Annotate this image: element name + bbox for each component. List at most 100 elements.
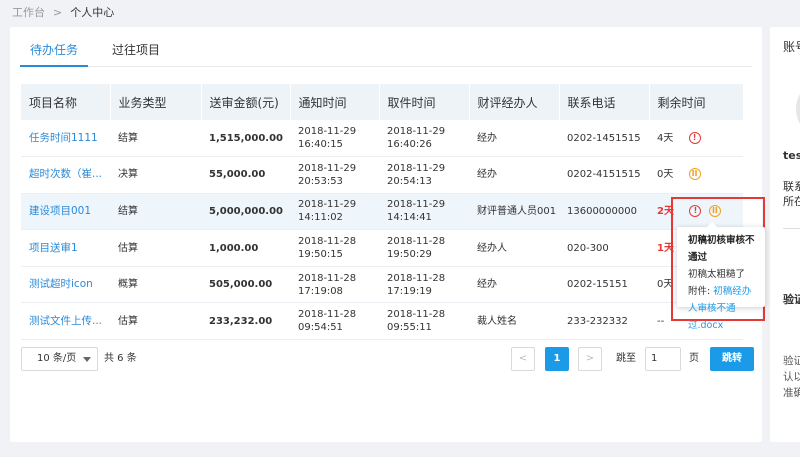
- phone-cell: 0202-15151: [559, 266, 649, 304]
- next-page-button[interactable]: >: [578, 347, 602, 371]
- amount-cell: 5,000,000.00: [201, 193, 290, 231]
- chevron-down-icon: [83, 357, 91, 362]
- business-type-cell: 决算: [110, 156, 201, 194]
- table-header-row: 项目名称 业务类型 送审金额(元) 通知时间 取件时间 财评经办人 联系电话 剩…: [21, 84, 744, 120]
- col-header-handler: 财评经办人: [469, 84, 560, 120]
- phone-cell: 13600000000: [559, 193, 649, 231]
- divider: [783, 228, 800, 229]
- handler-cell: 经办: [469, 266, 559, 304]
- col-header-notify-time: 通知时间: [290, 84, 380, 120]
- table-row: 项目送审1 估算 1,000.00 2018-11-28 19:50:15 20…: [21, 229, 743, 267]
- breadcrumb-separator: >: [53, 5, 63, 19]
- table-row: 建设项目001 结算 5,000,000.00 2018-11-29 14:11…: [21, 193, 743, 231]
- col-header-amount: 送审金额(元): [201, 84, 291, 120]
- pause-icon[interactable]: II: [688, 168, 701, 181]
- pickup-time-cell: 2018-11-29 20:54:13: [379, 156, 469, 194]
- project-name-link[interactable]: 建设项目001: [21, 193, 110, 231]
- tab-past-projects[interactable]: 过往项目: [102, 37, 170, 67]
- business-type-cell: 结算: [110, 193, 201, 231]
- total-count: 共 6 条: [104, 353, 137, 364]
- tasks-card: 待办任务 过往项目 项目名称 业务类型 送审金额(元) 通知时间 取件时间 财评…: [10, 27, 762, 442]
- attachment-label: 附件:: [688, 286, 714, 297]
- location-label: 所在: [783, 195, 800, 208]
- phone-cell: 0202-4151515: [559, 156, 649, 194]
- col-header-project-name: 项目名称: [21, 84, 111, 120]
- alert-icon[interactable]: !: [688, 131, 701, 144]
- notify-time-cell: 2018-11-28 19:50:15: [290, 229, 379, 267]
- tasks-table: 项目名称 业务类型 送审金额(元) 通知时间 取件时间 财评经办人 联系电话 剩…: [21, 84, 744, 341]
- table-row: 任务时间1111 结算 1,515,000.00 2018-11-29 16:4…: [21, 120, 743, 158]
- popover-arrow: [707, 222, 717, 227]
- project-name-link[interactable]: 测试超时icon: [21, 266, 110, 304]
- business-type-cell: 估算: [110, 302, 201, 341]
- business-type-cell: 估算: [110, 229, 201, 267]
- col-header-phone: 联系电话: [559, 84, 650, 120]
- page-size-value: 10 条/页: [37, 353, 77, 364]
- amount-cell: 1,515,000.00: [201, 120, 290, 158]
- table-row: 测试文件上传... 估算 233,232.00 2018-11-28 09:54…: [21, 302, 743, 341]
- verify-section-title: 验证: [783, 293, 800, 306]
- remaining-text: 4天: [657, 132, 674, 144]
- remaining-cell: 4天 !: [649, 120, 743, 158]
- popover-title: 初稿初核审核不通过: [688, 235, 755, 263]
- username: test: [783, 149, 800, 162]
- pickup-time-cell: 2018-11-29 14:14:41: [379, 193, 469, 231]
- phone-cell: 020-300: [559, 229, 649, 267]
- pickup-time-cell: 2018-11-28 19:50:29: [379, 229, 469, 267]
- notify-time-cell: 2018-11-28 09:54:51: [290, 302, 379, 341]
- project-name-link[interactable]: 超时次数（崔...: [21, 156, 110, 194]
- amount-cell: 233,232.00: [201, 302, 290, 341]
- breadcrumb-current: 个人中心: [70, 6, 115, 19]
- pagination: 10 条/页 共 6 条 < 1 > 跳至 1 页 跳转: [21, 347, 754, 371]
- pickup-time-cell: 2018-11-28 17:19:19: [379, 266, 469, 304]
- review-popover: 初稿初核审核不通过 初稿太粗糙了 附件: 初稿经办人审核不通过.docx: [677, 222, 765, 331]
- handler-cell: 经办: [469, 120, 559, 158]
- notify-time-cell: 2018-11-29 14:11:02: [290, 193, 379, 231]
- popover-attachment: 附件: 初稿经办人审核不通过.docx: [688, 283, 759, 334]
- pickup-time-cell: 2018-11-29 16:40:26: [379, 120, 469, 158]
- table-row: 超时次数（崔... 决算 55,000.00 2018-11-29 20:53:…: [21, 156, 743, 194]
- breadcrumb-root[interactable]: 工作台: [12, 4, 45, 20]
- business-type-cell: 概算: [110, 266, 201, 304]
- goto-page-input[interactable]: 1: [645, 347, 681, 371]
- popover-message: 初稿太粗糙了: [688, 269, 746, 280]
- goto-button[interactable]: 跳转: [710, 347, 754, 371]
- contact-label: 联系: [783, 180, 800, 193]
- project-name-link[interactable]: 测试文件上传...: [21, 302, 110, 341]
- amount-cell: 1,000.00: [201, 229, 290, 267]
- project-name-link[interactable]: 任务时间1111: [21, 120, 110, 158]
- avatar: [796, 79, 800, 139]
- col-header-remaining: 剩余时间: [649, 84, 744, 120]
- handler-cell: 经办人: [469, 229, 559, 267]
- page-unit-label: 页: [689, 353, 699, 364]
- table-row: 测试超时icon 概算 505,000.00 2018-11-28 17:19:…: [21, 266, 743, 304]
- account-card: 账号 test 联系 所在 验证 验证 认以 准确: [770, 27, 800, 442]
- breadcrumb: 工作台 > 个人中心: [12, 4, 114, 20]
- phone-cell: 233-232332: [559, 302, 649, 341]
- remaining-cell: 0天 II: [649, 156, 743, 194]
- handler-cell: 经办: [469, 156, 559, 194]
- notify-time-cell: 2018-11-29 20:53:53: [290, 156, 379, 194]
- verify-description: 验证 认以 准确: [783, 355, 800, 399]
- phone-cell: 0202-1451515: [559, 120, 649, 158]
- tab-pending-tasks[interactable]: 待办任务: [20, 37, 89, 67]
- col-header-pickup-time: 取件时间: [379, 84, 470, 120]
- goto-label: 跳至: [616, 353, 636, 364]
- notify-time-cell: 2018-11-28 17:19:08: [290, 266, 379, 304]
- project-name-link[interactable]: 项目送审1: [21, 229, 110, 267]
- notify-time-cell: 2018-11-29 16:40:15: [290, 120, 379, 158]
- account-title: 账号: [783, 40, 800, 54]
- account-panel: 账号 test 联系 所在 验证 验证 认以 准确: [770, 27, 800, 442]
- business-type-cell: 结算: [110, 120, 201, 158]
- amount-cell: 505,000.00: [201, 266, 290, 304]
- amount-cell: 55,000.00: [201, 156, 290, 194]
- pickup-time-cell: 2018-11-28 09:55:11: [379, 302, 469, 341]
- page-1-button[interactable]: 1: [545, 347, 569, 371]
- handler-cell: 裁人姓名: [469, 302, 559, 341]
- prev-page-button[interactable]: <: [511, 347, 535, 371]
- remaining-text: 0天: [657, 169, 674, 181]
- tab-bar: 待办任务 过往项目: [20, 37, 752, 67]
- page-size-select[interactable]: 10 条/页: [21, 347, 98, 371]
- col-header-business-type: 业务类型: [110, 84, 202, 120]
- handler-cell: 财评普通人员001: [469, 193, 559, 231]
